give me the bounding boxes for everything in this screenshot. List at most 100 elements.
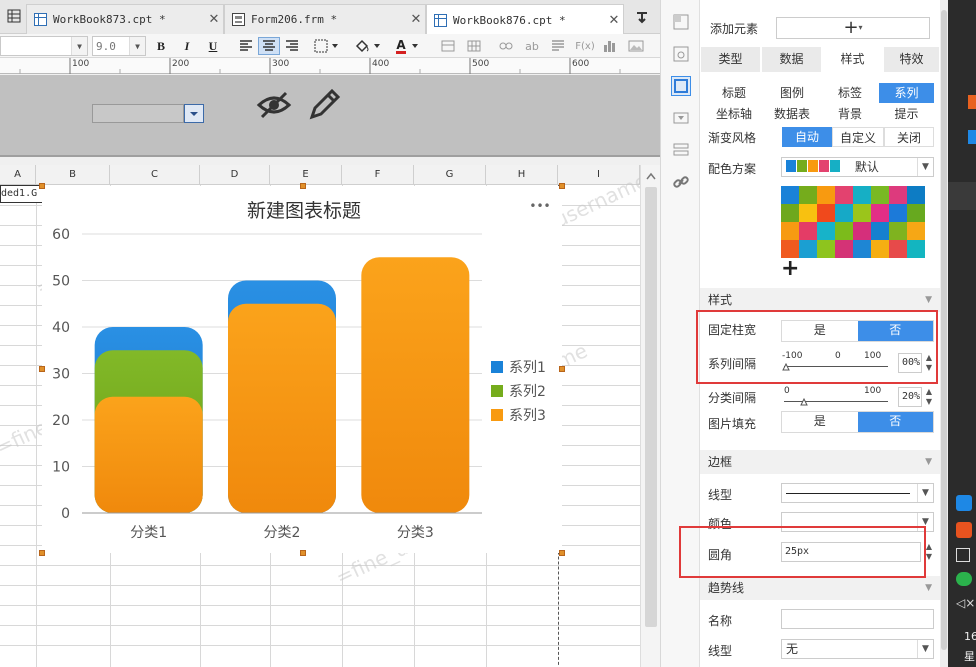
palette-swatch[interactable] [889,204,907,222]
palette-swatch[interactable] [871,186,889,204]
tab-type[interactable]: 类型 [701,47,761,72]
line-type-select[interactable]: ▼ [781,483,934,503]
cell-a1[interactable]: ded1.G [0,185,44,203]
tab-style[interactable]: 样式 [823,47,883,72]
close-icon[interactable]: ✕ [407,12,425,27]
column-header-b[interactable]: B [36,165,110,185]
eye-slash-icon[interactable] [256,89,292,121]
column-header-a[interactable]: A [0,165,36,185]
palette-swatch[interactable] [799,222,817,240]
grid-vertical-scrollbar[interactable] [640,165,660,667]
subtab-label[interactable]: 标签 [821,83,879,103]
app-tile-icon[interactable] [968,130,976,144]
hyperlink-icon[interactable] [671,172,691,192]
chart-attribute-icon[interactable] [671,76,691,96]
panel-scrollbar[interactable] [940,0,948,667]
scroll-thumb[interactable] [645,187,657,627]
subtab-legend[interactable]: 图例 [763,83,821,103]
add-element-button[interactable]: +▾ [776,17,930,39]
palette-swatch[interactable] [835,204,853,222]
palette-swatch[interactable] [889,222,907,240]
align-right-icon[interactable] [282,37,302,55]
palette-swatch[interactable] [799,186,817,204]
subtab-background[interactable]: 背景 [821,104,879,124]
tab-workbook873[interactable]: WorkBook873.cpt * ✕ [26,4,224,34]
palette-swatch[interactable] [781,222,799,240]
text-lines-icon[interactable] [548,37,568,55]
palette-swatch[interactable] [853,222,871,240]
section-border-header[interactable]: 边框 ▼ [700,450,940,474]
subtab-title[interactable]: 标题 [705,83,763,103]
tab-effects[interactable]: 特效 [884,47,940,72]
scroll-thumb[interactable] [941,10,947,650]
palette-swatch[interactable] [907,240,925,258]
image-fill-toggle[interactable]: 是 否 [781,411,934,433]
link-icon[interactable] [496,37,516,55]
resize-handle[interactable] [559,366,565,372]
gradient-custom-option[interactable]: 自定义 [832,127,884,147]
insert-image-icon[interactable] [626,37,646,55]
palette-swatch[interactable] [871,222,889,240]
wechat-icon[interactable] [956,572,972,586]
italic-button[interactable]: I [178,37,196,55]
resize-handle[interactable] [39,550,45,556]
column-header-f[interactable]: F [342,165,414,185]
resize-handle[interactable] [559,550,565,556]
align-center-icon[interactable] [258,37,280,55]
tab-workbook876[interactable]: WorkBook876.cpt * ✕ [426,4,624,35]
column-header-g[interactable]: G [414,165,486,185]
option-yes[interactable]: 是 [782,412,858,432]
tray-app-icon[interactable] [956,522,972,538]
column-header-i[interactable]: I [558,165,640,185]
palette-swatch[interactable] [907,204,925,222]
palette-swatch[interactable] [835,222,853,240]
trend-line-type-select[interactable]: 无 ▼ [781,639,934,659]
font-color-icon[interactable]: A [392,37,426,55]
column-header-d[interactable]: D [200,165,270,185]
slider-thumb[interactable] [800,398,808,406]
palette-swatch[interactable] [817,204,835,222]
merge-icon[interactable] [438,37,458,55]
widget-settings-icon[interactable] [671,44,691,64]
column-header-c[interactable]: C [110,165,200,185]
category-gap-slider[interactable]: 0 100 [782,386,894,412]
palette-swatch[interactable] [889,240,907,258]
trend-name-input[interactable] [781,609,934,629]
grid-menu-icon[interactable] [4,7,24,25]
speaker-mute-icon[interactable]: ◁× [956,596,975,610]
palette-swatch[interactable] [853,204,871,222]
fill-color-icon[interactable] [352,37,384,55]
resize-handle[interactable] [300,183,306,189]
palette-swatch[interactable] [835,186,853,204]
palette-swatch[interactable] [817,240,835,258]
insert-chart-icon[interactable] [600,37,620,55]
palette-swatch[interactable] [907,222,925,240]
palette-swatch[interactable] [889,186,907,204]
option-no[interactable]: 否 [857,412,933,432]
column-header-h[interactable]: H [486,165,558,185]
add-color-icon[interactable]: + [781,256,799,281]
subtab-series[interactable]: 系列 [879,83,934,103]
condition-attribute-icon[interactable] [671,108,691,128]
tab-form206[interactable]: Form206.frm * ✕ [224,4,426,34]
palette-swatch[interactable] [853,186,871,204]
palette-swatch[interactable] [799,204,817,222]
cell-element-icon[interactable] [671,12,691,32]
bold-button[interactable]: B [152,37,170,55]
column-header-e[interactable]: E [270,165,342,185]
palette-swatch[interactable] [817,222,835,240]
text-ab-button[interactable]: ab [522,37,542,55]
category-gap-input[interactable]: 20% [898,387,922,407]
category-gap-stepper[interactable]: ▲ ▼ [923,387,935,407]
scroll-up-icon[interactable] [646,169,656,183]
palette-swatch[interactable] [799,240,817,258]
combo-widget[interactable] [92,104,184,123]
palette-swatch[interactable] [781,204,799,222]
gradient-off-option[interactable]: 关闭 [884,127,934,147]
split-cells-icon[interactable] [464,37,484,55]
subtab-tooltip[interactable]: 提示 [879,104,934,124]
close-icon[interactable]: ✕ [205,12,223,27]
color-scheme-select[interactable]: 默认 ▼ [781,157,934,177]
layer-icon[interactable] [671,140,691,160]
font-family-select[interactable]: ▼ [0,36,88,56]
